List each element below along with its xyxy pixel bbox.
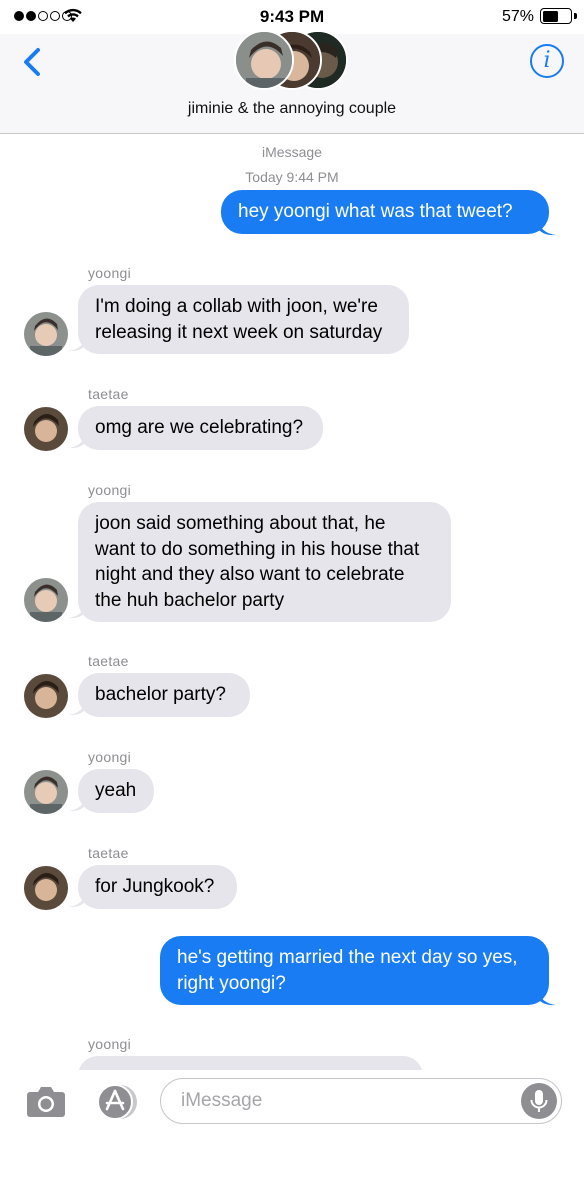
conversation-header: jiminie & the annoying couple i (0, 30, 584, 134)
avatar[interactable] (24, 312, 68, 356)
avatar[interactable] (24, 407, 68, 451)
avatar[interactable] (24, 674, 68, 718)
message-text: hey yoongi what was that tweet? (238, 201, 513, 222)
bubble-tail (538, 989, 556, 1006)
message-text: for Jungkook? (95, 876, 215, 897)
sender-name: yoongi (88, 265, 132, 281)
keyboard-spacer (0, 1136, 584, 1200)
avatar[interactable] (24, 770, 68, 814)
message-text: I'm doing a collab with joon, we're (95, 296, 378, 317)
incoming-message-bubble[interactable]: yeah (78, 769, 154, 813)
timestamp: Today 9:44 PM (245, 169, 339, 185)
incoming-message-bubble[interactable]: joon said something about that, he want … (78, 502, 451, 622)
sender-name: taetae (88, 845, 129, 861)
message-text: releasing it next week on saturday (95, 321, 383, 343)
avatar[interactable] (24, 866, 68, 910)
message-text: right yoongi? (177, 972, 286, 994)
bubble-tail (68, 432, 86, 449)
group-avatars[interactable] (232, 30, 352, 92)
message-input-field[interactable] (160, 1078, 562, 1124)
info-icon[interactable]: i (530, 44, 564, 78)
outgoing-message-bubble[interactable]: hey yoongi what was that tweet? (221, 190, 549, 234)
avatar (234, 30, 294, 90)
message-input[interactable] (181, 1090, 501, 1112)
message-text: yeah (95, 780, 137, 801)
app-store-icon[interactable] (94, 1082, 142, 1122)
message-text: bachelor party? (95, 684, 226, 705)
chevron-left-icon[interactable] (14, 44, 50, 80)
message-text: night and they also want to celebrate (95, 564, 405, 585)
message-text: want to do something in his house that (95, 538, 420, 560)
message-text: omg are we celebrating? (95, 417, 304, 438)
battery-icon (540, 8, 572, 24)
bubble-tail (68, 795, 86, 812)
sender-name: taetae (88, 386, 129, 402)
bubble-tail (68, 891, 86, 908)
service-label: iMessage (262, 144, 322, 160)
sender-name: yoongi (88, 482, 132, 498)
status-bar: 9:43 PM 57% (0, 0, 584, 34)
message-text: the huh bachelor party (95, 589, 285, 611)
avatar[interactable] (24, 578, 68, 622)
status-time: 9:43 PM (259, 7, 325, 26)
incoming-message-bubble[interactable]: I'm doing a collab with joon, we're rele… (78, 285, 409, 354)
outgoing-message-bubble[interactable]: he's getting married the next day so yes… (160, 936, 549, 1005)
sender-name: yoongi (88, 1036, 132, 1052)
conversation-title[interactable]: jiminie & the annoying couple (0, 100, 584, 118)
bubble-tail (538, 219, 556, 236)
message-text: he's getting married the next day so yes… (177, 947, 518, 968)
camera-icon[interactable] (26, 1084, 66, 1118)
battery-percent: 57% (501, 8, 534, 25)
bubble-tail (68, 602, 86, 619)
message-text: joon said something about that, he (95, 513, 386, 534)
sender-name: taetae (88, 653, 129, 669)
incoming-message-bubble[interactable]: for Jungkook? (78, 865, 237, 909)
bubble-tail (68, 335, 86, 352)
incoming-message-bubble[interactable]: omg are we celebrating? (78, 406, 323, 450)
compose-bar (0, 1070, 584, 1136)
microphone-icon[interactable] (521, 1083, 557, 1119)
sender-name: yoongi (88, 749, 132, 765)
incoming-message-bubble[interactable]: bachelor party? (78, 673, 250, 717)
bubble-tail (68, 699, 86, 716)
